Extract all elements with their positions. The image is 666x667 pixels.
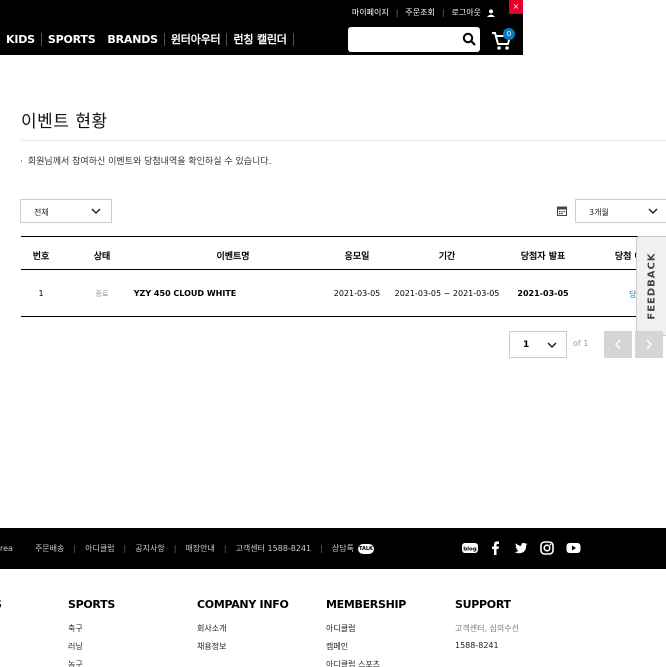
chevron-down-icon — [91, 208, 101, 215]
page-title: 이벤트 현황 — [21, 112, 108, 132]
row-no: 1 — [38, 289, 44, 298]
footer-separator: | — [123, 544, 127, 553]
row-announce: 2021-03-05 — [517, 289, 569, 298]
mypage-link[interactable]: 마이페이지 — [352, 7, 389, 18]
close-icon[interactable]: × — [509, 0, 523, 14]
row-period: 2021-03-05 ~ 2021-03-05 — [394, 289, 500, 298]
table-row: 1 종료 YZY 450 CLOUD WHITE 2021-03-05 2021… — [21, 270, 666, 317]
footer-link-chat[interactable]: 상담톡 — [332, 543, 354, 554]
header-announce: 당첨자 발표 — [520, 252, 566, 262]
nav-item-winter-outer[interactable]: 윈터아우터 — [165, 31, 227, 47]
footer-link-delivery[interactable]: 주문배송 — [35, 543, 64, 554]
facebook-icon[interactable] — [490, 541, 500, 555]
utility-separator: | — [395, 8, 399, 17]
footer-bar: rea 주문배송 | 아디클럽 | 공지사항 | 매장안내 | 고객센터 158… — [0, 528, 666, 569]
footer-columns: S SPORTS 축구 러닝 농구 COMPANY INFO 회사소개 채용정보… — [0, 598, 666, 667]
chevron-down-icon — [648, 208, 658, 215]
footer-link-notice[interactable]: 공지사항 — [135, 543, 164, 554]
footer-link-soccer[interactable]: 축구 — [68, 623, 115, 634]
footer-link-cs[interactable]: 고객센터 1588-8241 — [236, 543, 312, 554]
footer-col-support: SUPPORT 고객센터, 심의수선 1588-8241 — [455, 598, 519, 657]
footer-support-text: 고객센터, 심의수선 — [455, 624, 519, 633]
bullet-icon: · — [20, 157, 23, 167]
footer-col-partial: S — [0, 598, 2, 623]
twitter-icon[interactable] — [514, 541, 528, 555]
table-header: 번호 상태 이벤트명 응모일 기간 당첨자 발표 당첨 여부 — [21, 236, 666, 270]
footer-link-adiclub[interactable]: 아디클럽 — [326, 623, 406, 634]
footer-link-korea[interactable]: rea — [0, 544, 13, 553]
order-lookup-link[interactable]: 주문조회 — [405, 7, 434, 18]
footer-link-about[interactable]: 회사소개 — [197, 623, 289, 634]
footer-col-company: COMPANY INFO 회사소개 채용정보 — [197, 598, 289, 659]
row-event-name[interactable]: YZY 450 CLOUD WHITE — [134, 289, 236, 298]
cart-count-badge: 0 — [503, 28, 515, 40]
footer-links: rea 주문배송 | 아디클럽 | 공지사항 | 매장안내 | 고객센터 158… — [0, 543, 374, 554]
nav-item-launch-calendar[interactable]: 런칭 캘린더 — [227, 31, 292, 47]
footer-link-careers[interactable]: 채용정보 — [197, 641, 289, 652]
feedback-tab[interactable]: FEEDBACK — [636, 236, 666, 336]
row-applied-date: 2021-03-05 — [333, 289, 381, 298]
nav-divider — [292, 32, 294, 46]
footer-col-title: COMPANY INFO — [197, 598, 289, 611]
footer-separator: | — [223, 544, 227, 553]
page-select-value: 1 — [523, 340, 530, 350]
header-status: 상태 — [93, 252, 111, 262]
main-nav: KIDS SPORTS BRANDS 윈터아우터 런칭 캘린더 — [0, 29, 294, 49]
footer-col-title: MEMBERSHIP — [326, 598, 407, 611]
youtube-icon[interactable] — [566, 541, 581, 555]
chevron-right-icon — [646, 339, 653, 350]
prev-page-button[interactable] — [604, 331, 632, 358]
footer-separator: | — [320, 544, 323, 553]
logout-link[interactable]: 로그아웃 — [452, 7, 481, 18]
next-page-button[interactable] — [635, 331, 663, 358]
footer-link-running[interactable]: 러닝 — [68, 641, 115, 652]
utility-separator: | — [441, 8, 445, 17]
page-select[interactable]: 1 — [509, 331, 567, 358]
search-icon[interactable] — [462, 32, 476, 46]
nav-item-kids[interactable]: KIDS — [0, 33, 41, 46]
type-filter-select[interactable]: 전체 — [20, 199, 112, 223]
site-header: 마이페이지 | 주문조회 | 로그아웃 × KIDS SPORTS BRANDS… — [0, 0, 523, 55]
chevron-left-icon — [614, 339, 621, 350]
blog-icon[interactable]: blog — [462, 541, 478, 555]
footer-link-store[interactable]: 매장안내 — [185, 543, 214, 554]
footer-link-adiclub-sports[interactable]: 아디클럽 스포츠 — [326, 659, 406, 667]
event-table: 번호 상태 이벤트명 응모일 기간 당첨자 발표 당첨 여부 1 종료 YZY … — [21, 236, 666, 317]
header-no: 번호 — [32, 252, 50, 262]
header-event-name: 이벤트명 — [216, 252, 250, 262]
title-divider — [21, 140, 666, 141]
user-icon[interactable] — [487, 8, 495, 17]
nav-item-sports[interactable]: SPORTS — [42, 33, 102, 46]
type-filter-value: 전체 — [34, 208, 49, 217]
footer-col-title: S — [0, 598, 2, 611]
row-status: 종료 — [95, 290, 109, 298]
page-total: of 1 — [573, 339, 589, 348]
talk-icon[interactable]: TALK — [357, 543, 374, 554]
footer-link-basketball[interactable]: 농구 — [68, 659, 115, 667]
header-period: 기간 — [438, 252, 456, 262]
notice-text: · 회원님께서 참여하신 이벤트와 당첨내역을 확인하실 수 있습니다. — [20, 154, 271, 167]
period-filter-value: 3개월 — [589, 208, 609, 217]
nav-item-brands[interactable]: BRANDS — [101, 33, 163, 46]
svg-text:blog: blog — [463, 547, 477, 553]
feedback-label: FEEDBACK — [646, 252, 657, 320]
footer-col-sports: SPORTS 축구 러닝 농구 — [68, 598, 115, 667]
footer-link-adiclub[interactable]: 아디클럽 — [85, 543, 114, 554]
footer-link-campaign[interactable]: 캠페인 — [326, 641, 406, 652]
footer-separator: | — [173, 544, 177, 553]
search-input[interactable] — [348, 27, 480, 52]
instagram-icon[interactable] — [540, 541, 554, 555]
calendar-icon[interactable] — [557, 206, 567, 216]
notice-message: 회원님께서 참여하신 이벤트와 당첨내역을 확인하실 수 있습니다. — [27, 157, 272, 167]
footer-col-title: SPORTS — [68, 598, 115, 611]
footer-col-membership: MEMBERSHIP 아디클럽 캠페인 아디클럽 스포츠 — [326, 598, 406, 667]
footer-col-title: SUPPORT — [455, 598, 511, 611]
chevron-down-icon — [547, 342, 557, 349]
period-filter-select[interactable]: 3개월 — [575, 199, 666, 223]
header-applied-date: 응모일 — [344, 252, 370, 262]
footer-support-phone[interactable]: 1588-8241 — [455, 641, 519, 650]
footer-separator: | — [73, 544, 77, 553]
utility-links: 마이페이지 | 주문조회 | 로그아웃 — [352, 7, 495, 18]
